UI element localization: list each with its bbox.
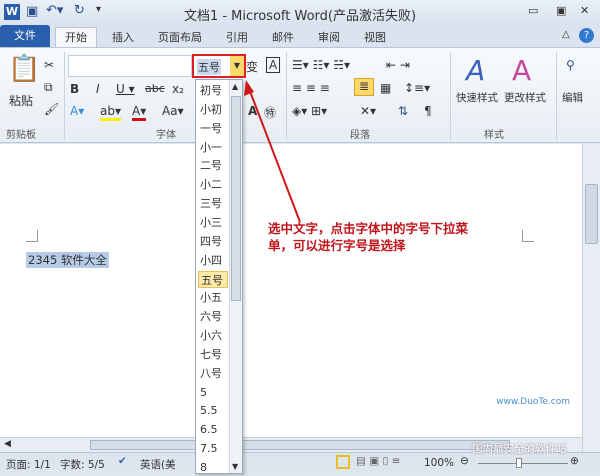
annotation-note: 选中文字，点击字体中的字号下拉菜单，可以进行字号是选择 xyxy=(268,221,469,253)
